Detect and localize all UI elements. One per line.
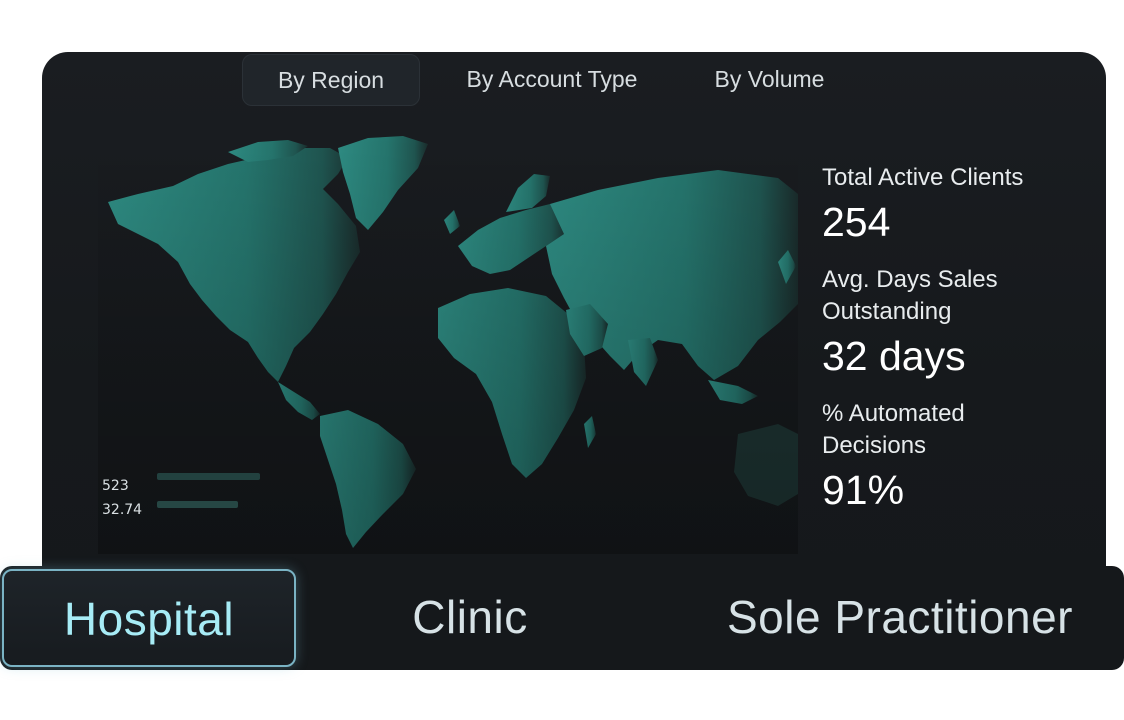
segment-sole-practitioner[interactable]: Sole Practitioner <box>700 569 1100 667</box>
account-type-segmented-control: Hospital Clinic Sole Practitioner <box>0 566 1124 670</box>
active-clients-value: 254 <box>822 199 891 245</box>
dso-label-line1: Avg. Days Sales <box>822 266 998 293</box>
legend-bar-1 <box>157 473 260 480</box>
stats-column: Total Active Clients 254 Avg. Days Sales… <box>822 162 1092 514</box>
automated-label-line1: % Automated <box>822 400 965 427</box>
world-map[interactable] <box>98 134 798 554</box>
active-clients-label: Total Active Clients <box>822 164 1024 191</box>
segment-clinic[interactable]: Clinic <box>360 569 580 667</box>
tab-by-region[interactable]: By Region <box>242 54 420 106</box>
automated-value: 91% <box>822 467 905 513</box>
segment-hospital[interactable]: Hospital <box>2 569 296 667</box>
legend-value-2: 32.74 <box>102 502 143 518</box>
tab-by-account-type[interactable]: By Account Type <box>447 54 657 106</box>
dashboard-panel: By Region By Account Type By Volume 523 … <box>42 52 1106 612</box>
legend-value-1: 523 <box>102 478 129 494</box>
automated-label-line2: Decisions <box>822 432 927 459</box>
tab-by-volume[interactable]: By Volume <box>692 54 847 106</box>
legend-bar-2 <box>157 501 238 508</box>
dso-value: 32 days <box>822 333 966 379</box>
dso-label-line2: Outstanding <box>822 298 952 325</box>
world-map-graphic <box>98 134 798 554</box>
